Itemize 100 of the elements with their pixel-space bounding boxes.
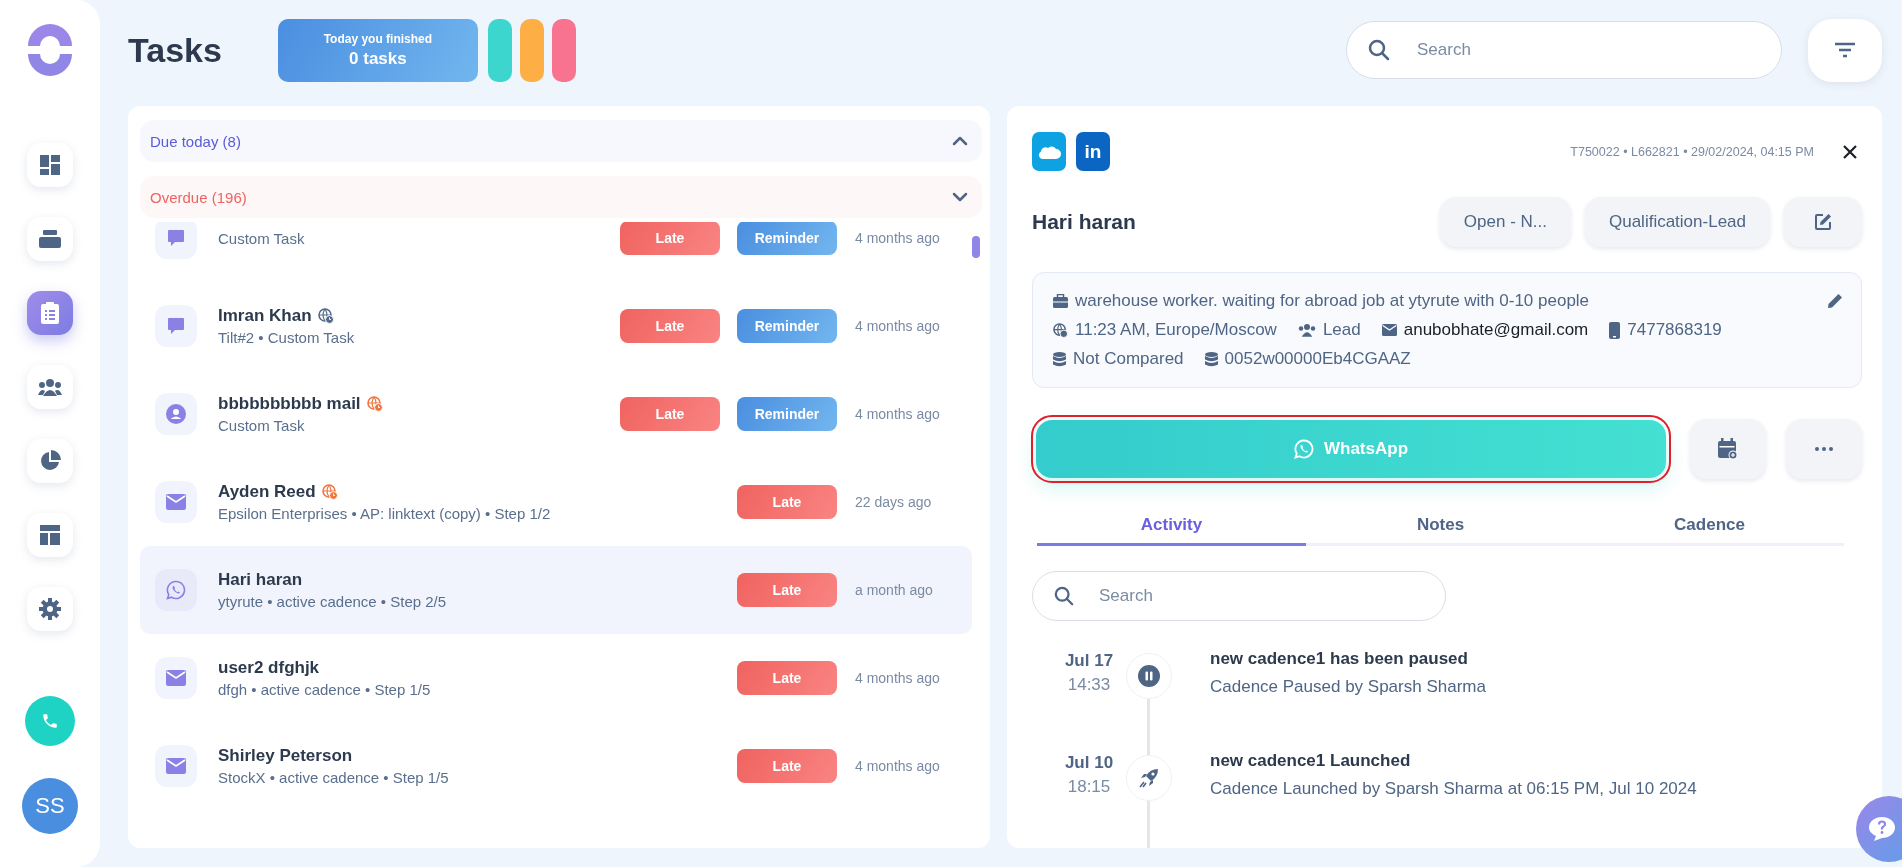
- color-filter[interactable]: [551, 18, 576, 82]
- event-date: Jul 17: [1064, 651, 1114, 671]
- event-description: Cadence Launched by Sparsh Sharma at 06:15 PM, Jul 10 2024: [1210, 779, 1697, 799]
- summary-count: 0 tasks: [349, 48, 407, 69]
- contact-name: Shirley Peterson: [218, 746, 353, 766]
- task-row[interactable]: bbbbbbbbbb mail Custom Task Late Reminder 4 months ago: [140, 370, 972, 458]
- status-tag: Reminder: [737, 222, 837, 255]
- linkedin-icon[interactable]: in: [1076, 132, 1110, 171]
- briefcase-icon: [1053, 294, 1068, 308]
- tab[interactable]: Cadence: [1575, 506, 1844, 546]
- contact-name: user2 dfghjk: [218, 658, 320, 678]
- phone-number: 7477868319: [1627, 320, 1722, 340]
- search-field[interactable]: Search: [1346, 21, 1782, 79]
- search-field[interactable]: Search: [1032, 571, 1446, 621]
- team-icon: [1297, 323, 1316, 337]
- close-icon: [1842, 143, 1858, 160]
- status-tag: Late: [620, 222, 720, 255]
- task-details: StockX • active cadence • Step 1/5: [218, 769, 450, 786]
- section-header[interactable]: Overdue (196): [140, 176, 982, 218]
- scrollbar-thumb[interactable]: [972, 236, 980, 258]
- event-title: new cadence1 has been paused: [1210, 649, 1469, 669]
- phone-icon: [1609, 321, 1621, 339]
- status-button[interactable]: Open - N...: [1439, 197, 1571, 247]
- person-icon: [155, 393, 197, 435]
- cloud-icon[interactable]: [1032, 132, 1066, 171]
- task-meta: T750022 • L662821 • 29/02/2024, 04:15 PM: [1570, 144, 1814, 159]
- compare-status: Not Compared: [1073, 349, 1184, 369]
- task-row[interactable]: Custom Task Late Reminder 4 months ago: [140, 222, 972, 282]
- tab[interactable]: Notes: [1306, 506, 1575, 546]
- time-ago: 4 months ago: [854, 406, 941, 422]
- task-row[interactable]: Imran Khan Tilt#2 • Custom Task Late Reminder 4 months ago: [140, 282, 972, 370]
- globe-clock-icon: [1053, 322, 1068, 338]
- nav-button[interactable]: [27, 513, 73, 557]
- edit-button[interactable]: [1784, 197, 1862, 247]
- color-filter[interactable]: [487, 18, 512, 82]
- user-avatar[interactable]: SS: [22, 778, 78, 834]
- email-address: anubobhate@gmail.com: [1403, 320, 1589, 340]
- status-tag: Reminder: [737, 309, 837, 343]
- summary-label: Today you finished: [323, 31, 433, 46]
- task-details: Tilt#2 • Custom Task: [218, 329, 356, 346]
- task-row[interactable]: Ayden Reed Epsilon Enterprises • AP: linktext (copy) • Step 1/2 Late 22 days ago: [140, 458, 972, 546]
- contact-name: Ayden Reed: [218, 482, 316, 502]
- event-time: 18:15: [1067, 777, 1111, 797]
- event-time: 14:33: [1067, 675, 1111, 695]
- clipboard-icon: [40, 301, 60, 325]
- status-tag: Late: [737, 749, 837, 783]
- edit-icon: [1814, 213, 1832, 231]
- email-icon: [155, 657, 197, 699]
- nav-button[interactable]: [27, 291, 73, 335]
- email-icon: [155, 745, 197, 787]
- contact-role: Lead: [1322, 320, 1361, 340]
- database-icon: [1204, 351, 1218, 367]
- local-time: 11:23 AM, Europe/Moscow: [1075, 320, 1277, 340]
- pie-chart-icon: [39, 450, 61, 472]
- section-label: Due today (8): [150, 132, 241, 150]
- task-row[interactable]: user2 dfghjk dfgh • active cadence • Step 1/5 Late 4 months ago: [140, 634, 972, 722]
- pencil-icon[interactable]: [1827, 293, 1843, 309]
- nav-button[interactable]: [27, 587, 73, 631]
- event-description: Cadence Paused by Sparsh Sharma: [1210, 677, 1486, 697]
- database-icon: [1053, 351, 1066, 367]
- task-row[interactable]: Hari haran ytyrute • active cadence • Step 2/5 Late a month ago: [140, 546, 972, 634]
- layout-icon: [39, 524, 61, 546]
- email-icon: [1381, 324, 1397, 336]
- contact-name: Hari haran: [1032, 210, 1136, 234]
- nav-button[interactable]: [27, 439, 73, 483]
- email-icon: [155, 481, 197, 523]
- status-tag: Reminder: [737, 397, 837, 431]
- event-title: new cadence1 Launched: [1210, 751, 1412, 771]
- whatsapp-icon: [155, 569, 197, 611]
- task-details: Custom Task: [218, 417, 306, 434]
- team-icon: [38, 378, 62, 396]
- event-date: Jul 10: [1064, 753, 1114, 773]
- help-icon: [1868, 816, 1896, 842]
- status-tag: Late: [737, 485, 837, 519]
- settings-icon: [39, 598, 61, 620]
- task-details: ytyrute • active cadence • Step 2/5: [218, 593, 448, 610]
- color-filter[interactable]: [519, 18, 544, 82]
- search-icon: [1368, 39, 1390, 61]
- nav-button[interactable]: [27, 365, 73, 409]
- time-ago: 4 months ago: [854, 670, 941, 686]
- time-ago: 4 months ago: [854, 230, 941, 246]
- status-tag: Late: [737, 661, 837, 695]
- task-row[interactable]: Shirley Peterson StockX • active cadence • Step 1/5 Late 4 months ago: [140, 722, 972, 810]
- nav-button[interactable]: [27, 217, 73, 261]
- task-details: Custom Task: [218, 229, 306, 247]
- schedule-button[interactable]: [1690, 419, 1766, 479]
- time-ago: 22 days ago: [854, 494, 933, 510]
- tab[interactable]: Activity: [1037, 506, 1306, 546]
- status-button[interactable]: Qualification-Lead: [1584, 197, 1770, 247]
- calendar-icon: [1718, 438, 1738, 460]
- filter-icon: [1834, 42, 1856, 58]
- status-tag: Late: [620, 397, 720, 431]
- task-details: dfgh • active cadence • Step 1/5: [218, 681, 432, 698]
- status-tag: Late: [737, 573, 837, 607]
- nav-button[interactable]: [27, 143, 73, 187]
- chat-icon: [155, 222, 197, 259]
- search-icon: [1054, 586, 1074, 606]
- contact-name: bbbbbbbbbb mail: [218, 394, 361, 414]
- contact-name: Hari haran: [218, 570, 303, 590]
- section-header[interactable]: Due today (8): [140, 120, 982, 162]
